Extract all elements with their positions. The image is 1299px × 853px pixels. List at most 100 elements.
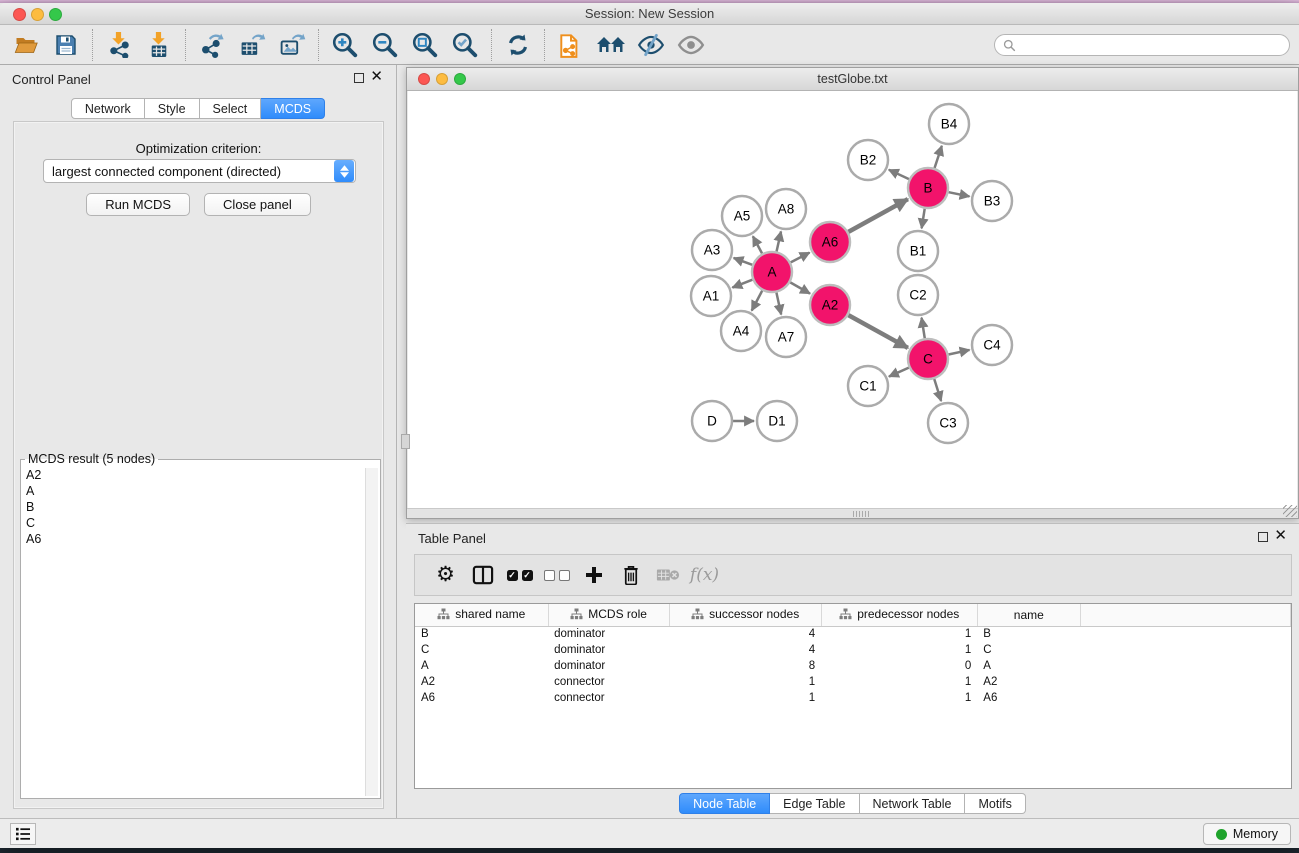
edge-B-B2[interactable]: [889, 170, 909, 179]
mcds-result-item[interactable]: A: [26, 483, 380, 499]
delete-table-button[interactable]: [649, 558, 686, 592]
table-row[interactable]: A6connector11A6: [415, 690, 1291, 706]
graph-node-A6[interactable]: A6: [810, 222, 850, 262]
table-cell[interactable]: B: [415, 626, 548, 642]
task-history-button[interactable]: [10, 823, 36, 845]
unselect-all-columns-button[interactable]: [538, 558, 575, 592]
refresh-view-button[interactable]: [498, 28, 538, 62]
tab-select[interactable]: Select: [200, 98, 262, 119]
close-panel-icon[interactable]: ✕: [370, 68, 383, 86]
zoom-selected-button[interactable]: [445, 28, 485, 62]
edge-C-C2[interactable]: [922, 318, 925, 339]
graph-node-C3[interactable]: C3: [928, 403, 968, 443]
graph-node-A[interactable]: A: [752, 252, 792, 292]
table-cell[interactable]: [1080, 626, 1290, 642]
edge-A-A4[interactable]: [752, 291, 763, 311]
table-settings-button[interactable]: ⚙: [427, 558, 464, 592]
tab-node-table[interactable]: Node Table: [679, 793, 770, 814]
close-panel-button[interactable]: Close panel: [204, 193, 311, 216]
column-header-shared-name[interactable]: shared name: [415, 604, 548, 626]
graph-node-C1[interactable]: C1: [848, 366, 888, 406]
table-row[interactable]: Cdominator41C: [415, 642, 1291, 658]
function-builder-button[interactable]: f(x): [686, 558, 723, 592]
delete-column-button[interactable]: [612, 558, 649, 592]
tab-mcds[interactable]: MCDS: [261, 98, 325, 119]
table-cell[interactable]: B: [977, 626, 1080, 642]
network-window-titlebar[interactable]: testGlobe.txt: [407, 68, 1298, 91]
table-cell[interactable]: C: [415, 642, 548, 658]
edge-A-A2[interactable]: [790, 282, 810, 293]
edge-A-A7[interactable]: [776, 293, 781, 315]
memory-button[interactable]: Memory: [1203, 823, 1291, 845]
table-cell[interactable]: 1: [821, 642, 977, 658]
mcds-result-item[interactable]: B: [26, 499, 380, 515]
graph-node-C4[interactable]: C4: [972, 325, 1012, 365]
float-table-panel-icon[interactable]: [1258, 532, 1268, 542]
node-table[interactable]: shared nameMCDS rolesuccessor nodesprede…: [415, 604, 1291, 706]
table-cell[interactable]: 4: [669, 626, 821, 642]
table-row[interactable]: Bdominator41B: [415, 626, 1291, 642]
table-row[interactable]: A2connector11A2: [415, 674, 1291, 690]
table-cell[interactable]: 1: [821, 690, 977, 706]
export-image-button[interactable]: [272, 28, 312, 62]
graph-node-A5[interactable]: A5: [722, 196, 762, 236]
search-input[interactable]: [1021, 38, 1281, 52]
run-mcds-button[interactable]: Run MCDS: [86, 193, 190, 216]
graph-node-D1[interactable]: D1: [757, 401, 797, 441]
edge-C-C4[interactable]: [949, 350, 970, 355]
resize-corner-icon[interactable]: [1283, 505, 1297, 517]
tab-network-table[interactable]: Network Table: [860, 793, 966, 814]
close-table-panel-icon[interactable]: ✕: [1274, 527, 1287, 545]
graph-node-A7[interactable]: A7: [766, 317, 806, 357]
table-cell[interactable]: [1080, 690, 1290, 706]
tab-motifs[interactable]: Motifs: [965, 793, 1025, 814]
zoom-fit-button[interactable]: [405, 28, 445, 62]
table-cell[interactable]: A: [415, 658, 548, 674]
splitter-grip-icon[interactable]: [853, 511, 871, 517]
edge-A-A6[interactable]: [791, 253, 810, 263]
float-panel-icon[interactable]: [354, 73, 364, 83]
table-cell[interactable]: 1: [669, 674, 821, 690]
graph-node-A2[interactable]: A2: [810, 285, 850, 325]
mcds-result-item[interactable]: A6: [26, 531, 380, 547]
table-cell[interactable]: dominator: [548, 658, 669, 674]
left-splitter-grip-icon[interactable]: [401, 434, 410, 449]
network-graph[interactable]: B4B2BB3A5A8A6B1A3AC2A1A2A4A7C4CC1C3DD1: [408, 91, 1299, 509]
table-row[interactable]: Adominator80A: [415, 658, 1291, 674]
table-cell[interactable]: connector: [548, 690, 669, 706]
edge-A-A5[interactable]: [753, 236, 762, 253]
graph-node-D[interactable]: D: [692, 401, 732, 441]
zoom-in-button[interactable]: [325, 28, 365, 62]
import-network-button[interactable]: [99, 28, 139, 62]
edge-B-B1[interactable]: [922, 209, 925, 229]
table-cell[interactable]: 1: [821, 674, 977, 690]
column-header-name[interactable]: name: [977, 604, 1080, 626]
create-column-button[interactable]: [575, 558, 612, 592]
table-cell[interactable]: 4: [669, 642, 821, 658]
table-cell[interactable]: 8: [669, 658, 821, 674]
table-cell[interactable]: A: [977, 658, 1080, 674]
edge-B-B4[interactable]: [935, 146, 942, 168]
export-network-button[interactable]: [192, 28, 232, 62]
tab-style[interactable]: Style: [145, 98, 200, 119]
table-cell[interactable]: dominator: [548, 642, 669, 658]
mcds-result-item[interactable]: C: [26, 515, 380, 531]
first-neighbors-button[interactable]: [591, 28, 631, 62]
table-cell[interactable]: 0: [821, 658, 977, 674]
graph-node-C2[interactable]: C2: [898, 275, 938, 315]
criterion-select[interactable]: largest connected component (directed): [43, 159, 356, 183]
zoom-out-button[interactable]: [365, 28, 405, 62]
mcds-result-item[interactable]: A2: [26, 467, 380, 483]
column-header-MCDS-role[interactable]: MCDS role: [548, 604, 669, 626]
graph-node-A4[interactable]: A4: [721, 311, 761, 351]
result-scrollbar[interactable]: [365, 468, 378, 796]
edge-B-B3[interactable]: [949, 192, 970, 196]
table-cell[interactable]: A2: [977, 674, 1080, 690]
edge-A2-C[interactable]: [848, 315, 907, 348]
edge-C-C3[interactable]: [934, 379, 941, 401]
graph-node-A8[interactable]: A8: [766, 189, 806, 229]
graph-node-B1[interactable]: B1: [898, 231, 938, 271]
show-column-button[interactable]: [464, 558, 501, 592]
table-cell[interactable]: A6: [415, 690, 548, 706]
edge-C-C1[interactable]: [889, 368, 909, 377]
